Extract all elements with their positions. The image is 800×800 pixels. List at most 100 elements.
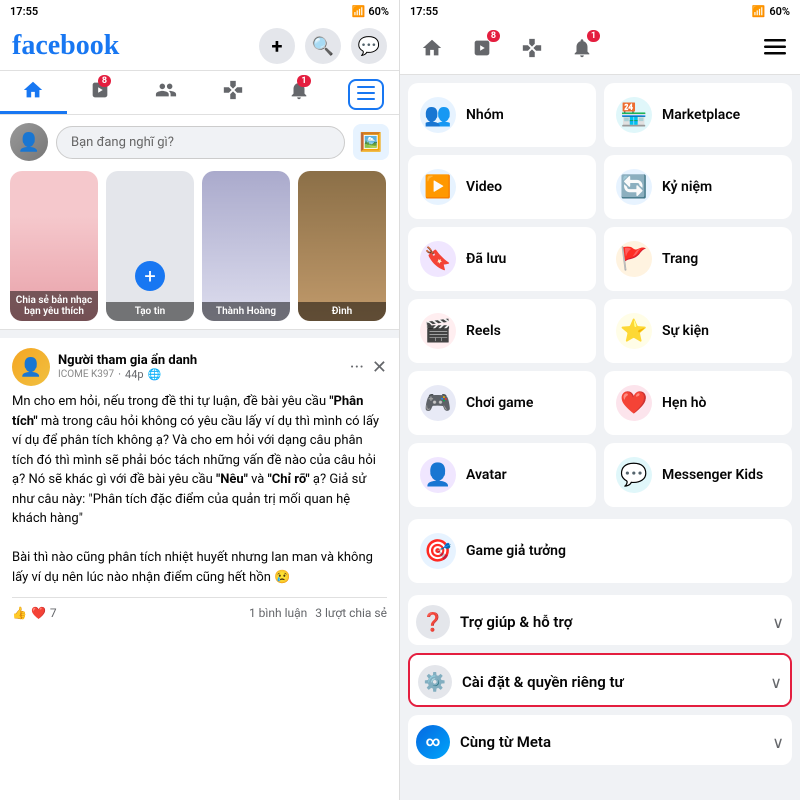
- post-box: 👤 Bạn đang nghĩ gì? 🖼️: [10, 123, 389, 161]
- post-shares[interactable]: 3 lượt chia sẻ: [315, 606, 387, 620]
- right-status-bar: 17:55 📶 60%: [400, 0, 800, 22]
- facebook-header: facebook + 🔍 💬: [0, 22, 399, 71]
- create-story-btn[interactable]: +: [135, 261, 165, 291]
- nav-menu[interactable]: [333, 71, 400, 114]
- nav-friends[interactable]: [133, 71, 200, 114]
- post-author-details: Người tham gia ẩn danh ICOME K397 · 44p …: [58, 353, 197, 381]
- post-author-name: Người tham gia ẩn danh: [58, 353, 197, 368]
- reaction-like-icon: 👍: [12, 606, 27, 620]
- privacy-icon: 🌐: [148, 368, 162, 381]
- three-dots-button[interactable]: ···: [350, 357, 364, 378]
- rnav-watch[interactable]: 8: [464, 30, 500, 66]
- nav-watch[interactable]: 8: [67, 71, 134, 114]
- menu-da-luu[interactable]: 🔖 Đã lưu: [408, 227, 596, 291]
- right-menu-button[interactable]: [764, 36, 786, 61]
- menu-marketplace[interactable]: 🏪 Marketplace: [604, 83, 792, 147]
- close-post-button[interactable]: ✕: [372, 357, 387, 378]
- header-icons: + 🔍 💬: [259, 28, 387, 64]
- messenger-icon: 💬: [358, 36, 380, 57]
- menu-avatar[interactable]: 👤 Avatar: [408, 443, 596, 507]
- rnav-notifications[interactable]: 1: [564, 30, 600, 66]
- rnav-gaming[interactable]: [514, 30, 550, 66]
- stories-row: Chia sẻ bản nhạc bạn yêu thích + Tạo tin…: [10, 171, 389, 321]
- status-time-left: 17:55: [10, 5, 38, 18]
- story-label-thanh: Thành Hoàng: [202, 302, 290, 321]
- add-button[interactable]: +: [259, 28, 295, 64]
- time-right: 17:55: [410, 5, 438, 18]
- section-cung-tu-meta[interactable]: ∞ Cùng từ Meta ∨: [408, 715, 792, 765]
- battery-left: 60%: [368, 5, 389, 18]
- menu-choi-game[interactable]: 🎮 Chơi game: [408, 371, 596, 435]
- cai-dat-icon: ⚙️: [418, 665, 452, 699]
- story-content: Chia sẻ bản nhạc bạn yêu thích: [10, 171, 98, 321]
- reels-icon: 🎬: [420, 313, 456, 349]
- post-input[interactable]: Bạn đang nghĩ gì?: [56, 126, 345, 159]
- post-author-avatar: 👤: [12, 348, 50, 386]
- nav-home[interactable]: [0, 71, 67, 114]
- avatar-label: Avatar: [466, 467, 507, 483]
- plus-icon: +: [272, 34, 283, 58]
- menu-nhom[interactable]: 👥 Nhóm: [408, 83, 596, 147]
- photo-icon[interactable]: 🖼️: [353, 124, 389, 160]
- cai-dat-chevron: ∨: [770, 673, 782, 692]
- menu-hen-ho[interactable]: ❤️ Hẹn hò: [604, 371, 792, 435]
- story-music[interactable]: Chia sẻ bản nhạc bạn yêu thích: [10, 171, 98, 321]
- story-label-music: Chia sẻ bản nhạc bạn yêu thích: [10, 291, 98, 321]
- menu-game-gia-tuong[interactable]: 🎯 Game giả tưởng: [408, 519, 792, 583]
- cung-tu-meta-left: ∞ Cùng từ Meta: [416, 725, 551, 759]
- story-dinh[interactable]: Đình: [298, 171, 386, 321]
- section-cai-dat-container: ⚙️ Cài đặt & quyền riêng tư ∨: [408, 653, 792, 707]
- post-time: 44p: [125, 368, 144, 381]
- story-thanh-hoang[interactable]: Thành Hoàng: [202, 171, 290, 321]
- nhom-icon: 👥: [420, 97, 456, 133]
- menu-trang[interactable]: 🚩 Trang: [604, 227, 792, 291]
- watch-badge: 8: [98, 75, 111, 87]
- post-card: 👤 Người tham gia ẩn danh ICOME K397 · 44…: [0, 330, 399, 630]
- su-kien-label: Sự kiện: [662, 323, 709, 339]
- wifi-icon: 📶: [752, 5, 766, 18]
- post-header: 👤 Người tham gia ẩn danh ICOME K397 · 44…: [12, 348, 387, 386]
- right-status-icons: 📶 60%: [752, 5, 790, 18]
- video-icon: ▶️: [420, 169, 456, 205]
- rnav-notif-badge: 1: [587, 30, 600, 42]
- meta-logo-icon: ∞: [416, 725, 450, 759]
- search-button[interactable]: 🔍: [305, 28, 341, 64]
- tro-giup-icon: ❓: [416, 605, 450, 639]
- left-panel: 17:55 📶 60% facebook + 🔍 💬 8: [0, 0, 400, 800]
- story-create[interactable]: + Tạo tin: [106, 171, 194, 321]
- post-group-label: ICOME K397: [58, 369, 114, 380]
- menu-su-kien[interactable]: ⭐ Sự kiện: [604, 299, 792, 363]
- nav-notifications[interactable]: 1: [266, 71, 333, 114]
- nhom-label: Nhóm: [466, 107, 504, 123]
- game-gia-tuong-label: Game giả tưởng: [466, 543, 566, 559]
- messenger-button[interactable]: 💬: [351, 28, 387, 64]
- rnav-home[interactable]: [414, 30, 450, 66]
- post-reactions: 👍 ❤️ 7: [12, 606, 57, 620]
- cai-dat-header-left: ⚙️ Cài đặt & quyền riêng tư: [418, 665, 624, 699]
- ky-niem-label: Kỷ niệm: [662, 179, 712, 195]
- section-tro-giup[interactable]: ❓ Trợ giúp & hỗ trợ ∨: [408, 595, 792, 645]
- post-menu: ··· ✕: [350, 357, 387, 378]
- avatar-icon: 👤: [420, 457, 456, 493]
- menu-messenger-kids[interactable]: 💬 Messenger Kids: [604, 443, 792, 507]
- status-icons-left: 📶 60%: [352, 5, 389, 18]
- menu-scroll[interactable]: 👥 Nhóm 🏪 Marketplace ▶️ Video 🔄 Kỷ niệm …: [400, 75, 800, 800]
- right-nav-icons: 8 1: [414, 30, 600, 66]
- nav-gaming[interactable]: [200, 71, 267, 114]
- hen-ho-label: Hẹn hò: [662, 395, 706, 411]
- messenger-kids-label: Messenger Kids: [662, 467, 763, 483]
- menu-ky-niem[interactable]: 🔄 Kỷ niệm: [604, 155, 792, 219]
- reaction-heart-icon: ❤️: [31, 606, 46, 620]
- stories-section: 👤 Bạn đang nghĩ gì? 🖼️ Chia sẻ bản nhạc …: [0, 115, 399, 330]
- menu-video[interactable]: ▶️ Video: [408, 155, 596, 219]
- section-cai-dat[interactable]: ⚙️ Cài đặt & quyền riêng tư ∨: [410, 655, 790, 705]
- cai-dat-title: Cài đặt & quyền riêng tư: [462, 673, 624, 691]
- hen-ho-icon: ❤️: [616, 385, 652, 421]
- right-nav-bar: 8 1: [400, 22, 800, 75]
- menu-reels[interactable]: 🎬 Reels: [408, 299, 596, 363]
- post-comments[interactable]: 1 bình luận: [249, 606, 307, 620]
- hamburger-icon: [348, 79, 384, 110]
- tro-giup-chevron: ∨: [772, 613, 784, 632]
- trang-icon: 🚩: [616, 241, 652, 277]
- rnav-watch-badge: 8: [487, 30, 500, 42]
